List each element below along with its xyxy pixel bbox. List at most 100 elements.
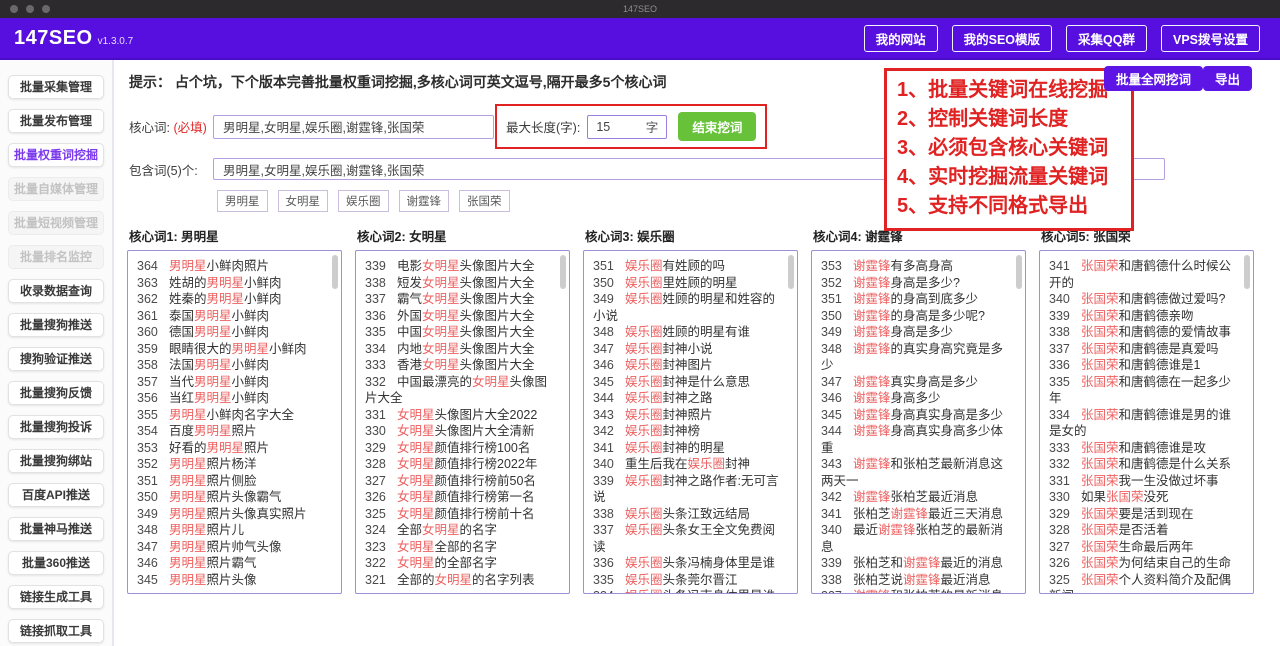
export-button[interactable]: 导出 — [1202, 66, 1252, 91]
sidebar-item-10[interactable]: 批量搜狗投诉 — [8, 415, 104, 439]
keyword-row: 323 女明星全部的名字 — [365, 539, 559, 556]
include-tag-0[interactable]: 男明星 — [217, 190, 268, 212]
sidebar-item-0[interactable]: 批量采集管理 — [8, 75, 104, 99]
keyword-list-4[interactable]: 341 张国荣和唐鹤德什么时候公开的 340 张国荣和唐鹤德做过爱吗? 339 张国荣和唐… — [1039, 250, 1254, 594]
keyword-rank: 331 — [365, 407, 386, 422]
sidebar-item-6[interactable]: 收录数据查询 — [8, 279, 104, 303]
sidebar-item-8[interactable]: 搜狗验证推送 — [8, 347, 104, 371]
keyword-list-0[interactable]: 364 男明星小鲜肉照片 363 姓胡的男明星小鲜肉 362 姓秦的男明星小鲜肉 361 泰国… — [127, 250, 342, 594]
annotation-line-4: 5、支持不同格式导出 — [897, 195, 1089, 217]
sidebar-item-9[interactable]: 批量搜狗反馈 — [8, 381, 104, 405]
keyword-text: 头像图片大全 — [459, 308, 535, 323]
keyword-highlight: 谢霆锋 — [853, 341, 891, 356]
keyword-row: 339 娱乐圈封神之路作者:无可言说 — [593, 473, 787, 506]
keyword-rank: 335 — [365, 325, 386, 339]
keyword-highlight: 女明星 — [397, 473, 435, 488]
keyword-text: 生命最后两年 — [1118, 539, 1194, 554]
include-tag-2[interactable]: 娱乐圈 — [338, 190, 389, 212]
sidebar-item-15[interactable]: 链接生成工具 — [8, 585, 104, 609]
sidebar-item-3: 批量自媒体管理 — [8, 177, 104, 201]
annotation-line-3: 4、实时挖掘流量关键词 — [897, 166, 1109, 188]
keyword-highlight: 谢霆锋 — [853, 589, 891, 593]
keyword-highlight: 娱乐圈 — [687, 457, 726, 471]
keyword-rank: 335 — [593, 572, 614, 587]
keyword-text: 小鲜肉 — [269, 341, 307, 356]
nav-link-0[interactable]: 我的网站 — [863, 24, 938, 52]
sidebar-item-2[interactable]: 批量权重词挖掘 — [8, 143, 104, 167]
window-title: 147SEO — [622, 4, 658, 14]
nav-link-3[interactable]: VPS拨号设置 — [1160, 24, 1260, 52]
include-words-label: 包含词(5)个: — [129, 163, 198, 178]
keyword-text: 有多高身高 — [890, 259, 954, 273]
keyword-row: 344 娱乐圈封神之路 — [593, 390, 787, 407]
keyword-row: 348 娱乐圈姓顾的明星有谁 — [593, 324, 787, 341]
keyword-column-3: 核心词4: 谢霆锋 353 谢霆锋有多高身高 352 谢霆锋身高是多少? 351 谢霆锋的身… — [811, 226, 1026, 594]
include-tag-1[interactable]: 女明星 — [277, 190, 328, 212]
keyword-row: 351 谢霆锋的身高到底多少 — [821, 291, 1015, 308]
keyword-rank: 337 — [821, 588, 846, 593]
keyword-highlight: 谢霆锋 — [853, 275, 891, 290]
keyword-highlight: 娱乐圈 — [625, 391, 663, 405]
keyword-text: 身高多少 — [890, 391, 941, 405]
keyword-text: 中国 — [397, 325, 423, 339]
core-keywords-input[interactable] — [213, 114, 494, 139]
keyword-list-1[interactable]: 339 电影女明星头像图片大全 338 短发女明星头像图片大全 337 霸气女明星头像图片… — [355, 250, 570, 594]
keyword-rank: 341 — [821, 506, 842, 521]
keyword-text: 有姓顾的吗 — [662, 259, 726, 273]
keyword-text: 照片杨洋 — [206, 457, 257, 471]
keyword-highlight: 谢霆锋 — [890, 506, 929, 521]
keyword-row: 321 全部的女明星的名字列表 — [365, 572, 559, 589]
keyword-highlight: 谢霆锋 — [853, 308, 891, 323]
sidebar-item-11[interactable]: 批量搜狗绑站 — [8, 449, 104, 473]
keyword-highlight: 女明星 — [422, 358, 460, 372]
nav-link-2[interactable]: 采集QQ群 — [1066, 24, 1147, 52]
keyword-highlight: 男明星 — [169, 506, 207, 521]
scrollbar-thumb[interactable] — [788, 255, 794, 289]
keyword-rank: 339 — [1049, 308, 1070, 323]
keyword-highlight: 女明星 — [422, 275, 460, 290]
scrollbar-thumb[interactable] — [560, 255, 566, 289]
keyword-row: 336 张国荣和唐鹤德谁是1 — [1049, 357, 1243, 374]
keyword-list-2[interactable]: 351 娱乐圈有姓顾的吗 350 娱乐圈里姓顾的明星 349 娱乐圈姓顾的明星和姓容的小说… — [583, 250, 798, 594]
sidebar-item-13[interactable]: 批量神马推送 — [8, 517, 104, 541]
keyword-highlight: 张国荣 — [1081, 308, 1119, 323]
sidebar-item-14[interactable]: 批量360推送 — [8, 551, 104, 575]
main-content: 提示： 占个坑，下个版本完善批量权重词挖掘,多核心词可英文逗号,隔开最多5个核心… — [114, 60, 1280, 646]
keyword-rank: 348 — [593, 325, 614, 339]
keyword-text: 照片帅气头像 — [206, 539, 282, 554]
include-tag-4[interactable]: 张国荣 — [459, 190, 510, 212]
keyword-highlight: 娱乐圈 — [625, 325, 663, 339]
keyword-highlight: 男明星 — [169, 572, 207, 587]
keyword-text: 小鲜肉名字大全 — [206, 407, 295, 422]
sidebar-item-12[interactable]: 百度API推送 — [8, 483, 104, 507]
keyword-highlight: 男明星 — [194, 325, 232, 339]
nav-link-1[interactable]: 我的SEO模版 — [951, 24, 1053, 52]
sidebar-item-16[interactable]: 链接抓取工具 — [8, 619, 104, 643]
keyword-highlight: 娱乐圈 — [625, 341, 663, 356]
keyword-text: 百度 — [169, 424, 195, 438]
keyword-text: 当红 — [169, 391, 195, 405]
sidebar-item-7[interactable]: 批量搜狗推送 — [8, 313, 104, 337]
keyword-highlight: 谢霆锋 — [853, 424, 891, 438]
keyword-rank: 356 — [137, 391, 158, 405]
end-mining-button[interactable]: 结束挖词 — [678, 112, 757, 141]
include-tag-3[interactable]: 谢霆锋 — [398, 190, 449, 212]
keyword-text: 小鲜肉 — [231, 308, 270, 323]
keyword-list-3[interactable]: 353 谢霆锋有多高身高 352 谢霆锋身高是多少? 351 谢霆锋的身高到底多少 350 谢… — [811, 250, 1026, 594]
keyword-highlight: 娱乐圈 — [625, 259, 663, 273]
keyword-text: 最近三天消息 — [928, 506, 1004, 521]
keyword-text: 照片儿 — [206, 523, 245, 537]
max-length-input[interactable] — [596, 119, 637, 134]
keyword-highlight: 娱乐圈 — [625, 589, 663, 593]
scrollbar-thumb[interactable] — [1244, 255, 1250, 289]
batch-mine-button[interactable]: 批量全网挖词 — [1103, 66, 1203, 91]
sidebar-item-1[interactable]: 批量发布管理 — [8, 109, 104, 133]
keyword-highlight: 男明星 — [169, 523, 207, 537]
keyword-highlight: 张国荣 — [1106, 490, 1144, 504]
keyword-text: 颜值排行榜前50名 — [434, 473, 536, 488]
scrollbar-thumb[interactable] — [332, 255, 338, 289]
keyword-highlight: 男明星 — [194, 374, 232, 389]
keyword-highlight: 女明星 — [472, 374, 510, 389]
column-title-0: 核心词1: 男明星 — [129, 230, 219, 244]
scrollbar-thumb[interactable] — [1016, 255, 1022, 289]
